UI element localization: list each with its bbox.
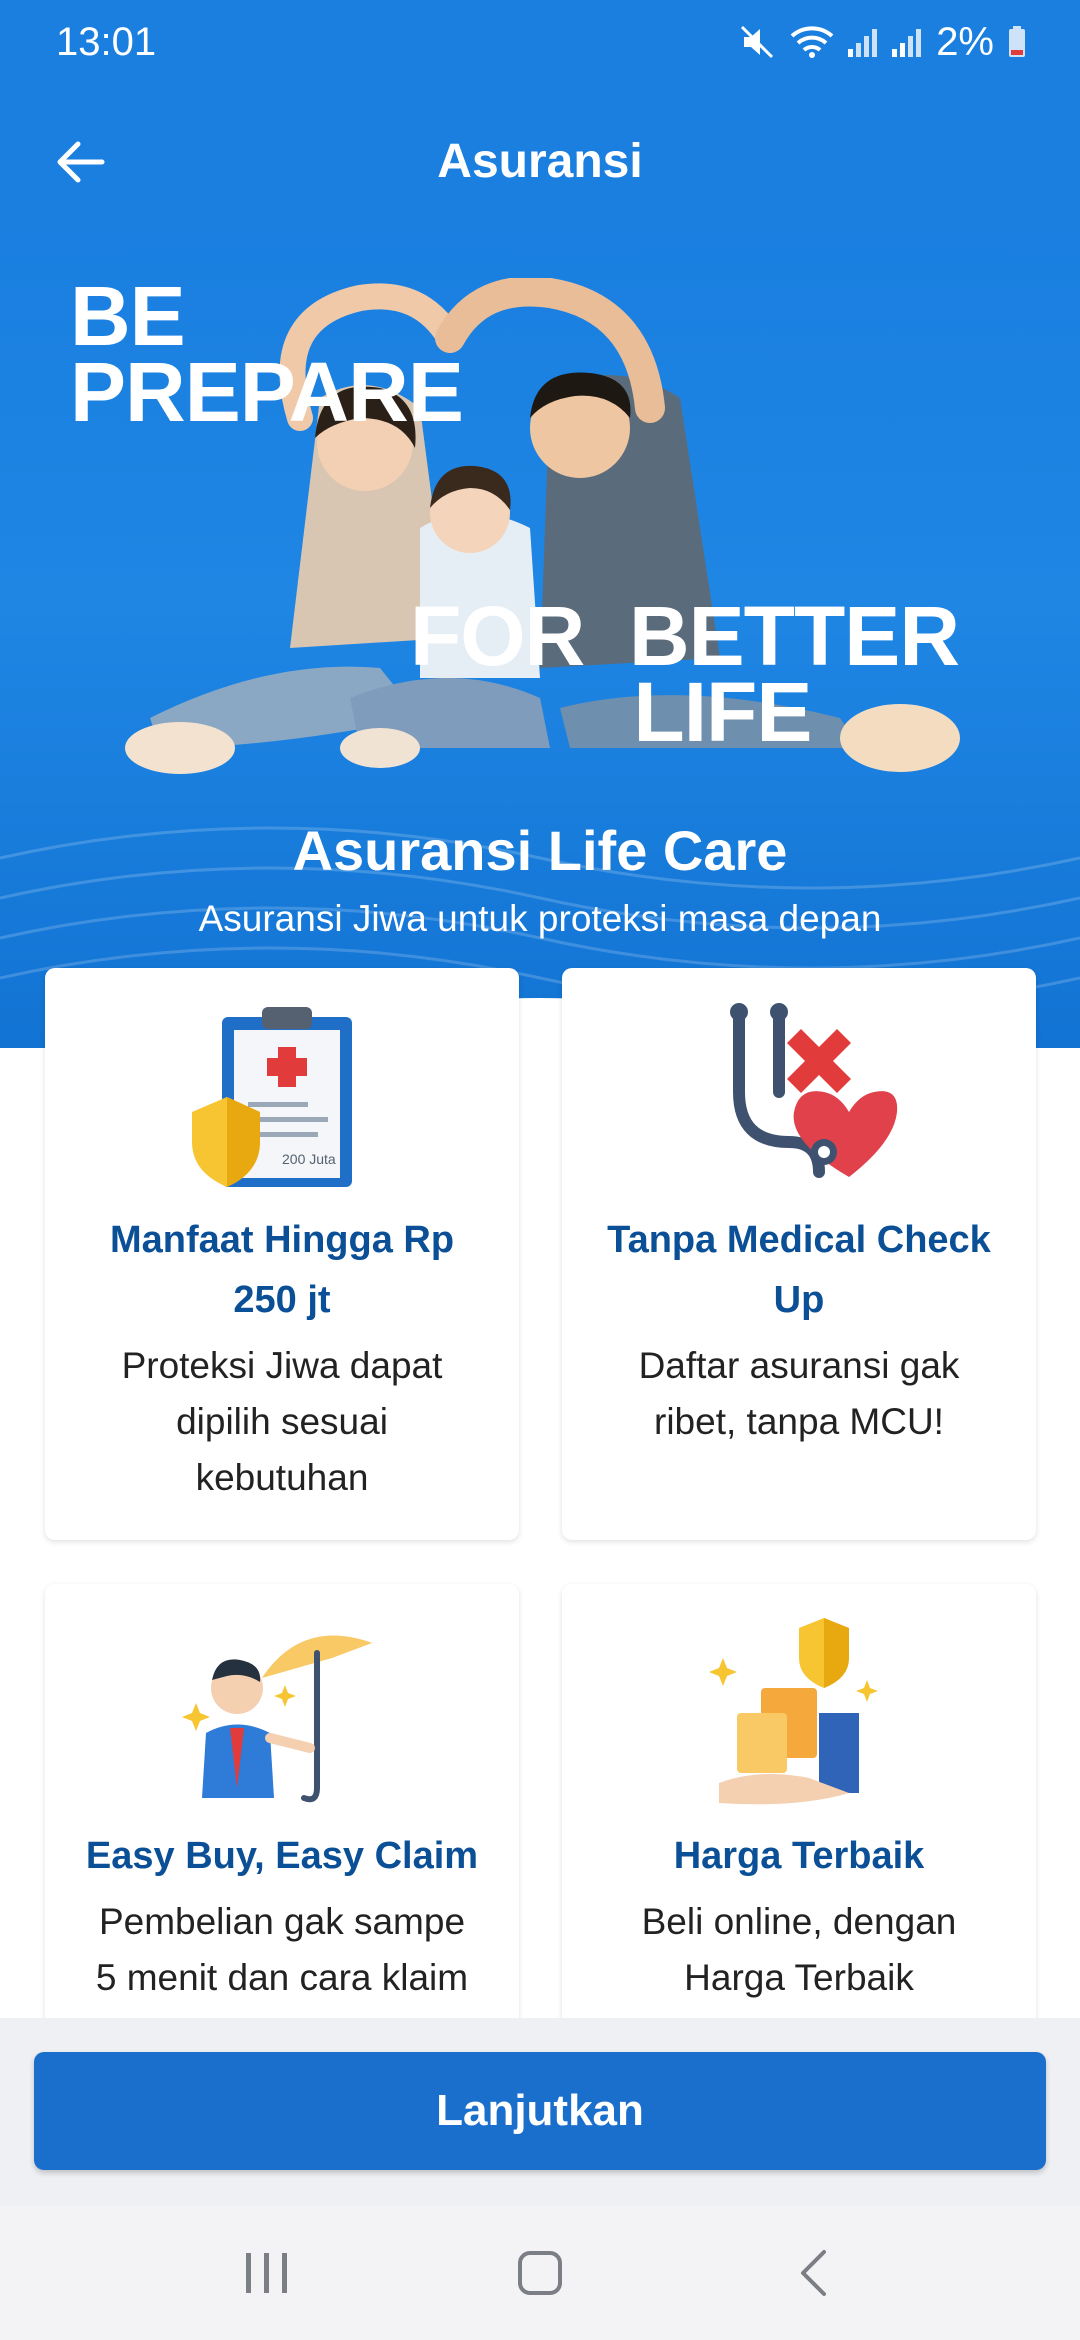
arrow-left-icon [57,141,105,183]
content-scroll[interactable]: BE PREPARE FOR BETTER LIFE Asuransi Life… [0,238,1080,2018]
stethoscope-heart-icon [730,1003,898,1178]
clipboard-shield-icon: 200 Juta [192,1007,352,1187]
card-title: Tanpa Medical Check Up [607,1219,991,1321]
wifi-icon [790,26,834,58]
status-bar: 13:01 2% [0,0,1080,84]
benefit-card: Harga Terbaik Beli online, dengan Harga … [562,1584,1036,2018]
status-icons: 2% [740,20,1026,65]
card-title: Easy Buy, Easy Claim [85,1835,479,1877]
back-nav-button[interactable] [763,2233,863,2313]
card-description: Pembelian gak sampe 5 menit dan cara kla… [95,1901,469,1998]
battery-icon [1009,26,1025,57]
hero-banner: BE PREPARE FOR BETTER LIFE Asuransi Life… [0,238,1080,1048]
battery-level: 2% [936,19,994,64]
hero-tagline-1: BE PREPARE [70,269,464,439]
benefit-card: Easy Buy, Easy Claim Pembelian gak sampe… [45,1584,519,2018]
card-description: Beli online, dengan Harga Terbaik [641,1901,957,1998]
benefit-card: Tanpa Medical Check Up Daftar asuransi g… [562,968,1036,1540]
bottom-panel: Lanjutkan [0,2018,1080,2206]
recent-apps-icon [245,2253,287,2293]
hero-title: Asuransi Life Care [292,819,788,882]
signal-icon [848,29,878,57]
coins-shield-icon [709,1618,878,1805]
home-button[interactable] [490,2233,590,2313]
system-nav-bar [0,2206,1080,2340]
benefit-card: 200 Juta Manfaat Hingga Rp 250 jt Protek… [45,968,519,1540]
card-title: Harga Terbaik [673,1835,925,1877]
svg-text:200 Juta: 200 Juta [282,1151,336,1167]
recent-apps-button[interactable] [217,2233,317,2313]
hero-subtitle: Asuransi Jiwa untuk proteksi masa depan [198,898,882,939]
signal-icon-2 [892,29,922,57]
chevron-left-icon [801,2250,827,2296]
hero-tagline-2: FOR BETTER LIFE [410,589,960,759]
status-time: 13:01 [56,19,157,64]
app-bar: Asuransi [0,84,1080,238]
umbrella-person-icon [182,1635,372,1803]
continue-button[interactable]: Lanjutkan [34,2052,1046,2170]
page-title: Asuransi [437,134,643,188]
card-description: Proteksi Jiwa dapat dipilih sesuai kebut… [121,1345,443,1498]
home-icon [517,2251,562,2295]
mute-icon [741,25,774,59]
back-button[interactable] [50,134,110,190]
card-description: Daftar asuransi gak ribet, tanpa MCU! [638,1345,960,1442]
card-title: Manfaat Hingga Rp 250 jt [109,1219,455,1321]
